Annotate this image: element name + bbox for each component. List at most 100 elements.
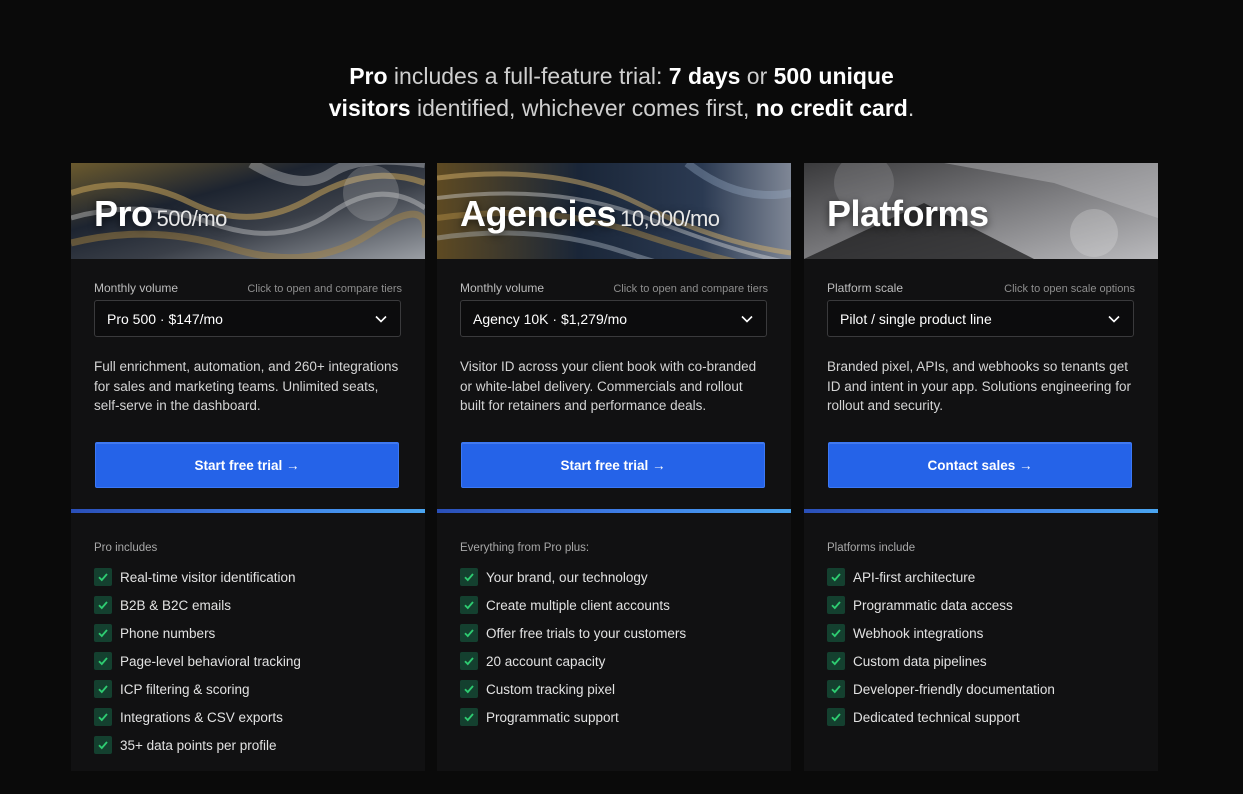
feature-item: API-first architecture: [827, 563, 1148, 591]
check-icon: [94, 652, 112, 670]
gradient-divider: [71, 509, 425, 513]
headline-segment: Pro: [349, 63, 388, 89]
pricing-card-pro: Pro 500/mo Monthly volume Click to open a…: [71, 163, 425, 771]
check-icon: [94, 596, 112, 614]
includes-label: Pro includes: [94, 542, 158, 554]
feature-item: Real-time visitor identification: [94, 563, 415, 591]
card-title: Agencies 10,000/mo: [460, 193, 720, 235]
feature-item: Programmatic support: [460, 703, 781, 731]
volume-select[interactable]: Agency 10K · $1,279/mo: [460, 300, 767, 337]
chevron-down-icon: [741, 315, 753, 323]
feature-text: Custom data pipelines: [853, 653, 987, 669]
check-icon: [827, 652, 845, 670]
card-banner: Pro 500/mo: [71, 163, 425, 259]
headline-segment: or: [740, 63, 774, 89]
feature-item: Custom tracking pixel: [460, 675, 781, 703]
start-free-trial-button[interactable]: Start free trial →: [95, 442, 399, 488]
gradient-divider: [804, 509, 1158, 513]
feature-item: 35+ data points per profile: [94, 731, 415, 759]
select-hint: Click to open scale options: [1004, 283, 1135, 295]
plan-volume: 500/mo: [156, 206, 228, 231]
feature-text: Offer free trials to your customers: [486, 625, 687, 641]
feature-item: Dedicated technical support: [827, 703, 1148, 731]
headline-segment: identified, whichever comes first,: [410, 95, 756, 121]
feature-item: 20 account capacity: [460, 647, 781, 675]
check-icon: [460, 708, 478, 726]
chevron-down-icon: [1108, 315, 1120, 323]
pricing-card-platforms: Platforms Platform scale Click to open s…: [804, 163, 1158, 771]
select-label: Platform scale: [827, 281, 904, 295]
feature-item: Offer free trials to your customers: [460, 619, 781, 647]
volume-select[interactable]: Pro 500 · $147/mo: [94, 300, 401, 337]
feature-text: Your brand, our technology: [486, 569, 648, 585]
check-icon: [460, 624, 478, 642]
feature-text: Dedicated technical support: [853, 709, 1020, 725]
headline-segment: no credit card: [755, 95, 908, 121]
feature-item: Programmatic data access: [827, 591, 1148, 619]
gradient-divider: [437, 509, 791, 513]
check-icon: [827, 624, 845, 642]
feature-text: Phone numbers: [120, 625, 216, 641]
feature-item: Developer-friendly documentation: [827, 675, 1148, 703]
plan-description: Branded pixel, APIs, and webhooks so ten…: [827, 359, 1131, 413]
pricing-card-agencies: Agencies 10,000/mo Monthly volume Click t…: [437, 163, 791, 771]
feature-text: Page-level behavioral tracking: [120, 653, 301, 669]
headline-line-1: Pro includes a full-feature trial: 7 day…: [0, 60, 1243, 92]
feature-text: Programmatic data access: [853, 597, 1013, 613]
feature-item: Webhook integrations: [827, 619, 1148, 647]
feature-text: Real-time visitor identification: [120, 569, 296, 585]
check-icon: [827, 680, 845, 698]
check-icon: [827, 568, 845, 586]
contact-sales-button[interactable]: Contact sales →: [828, 442, 1132, 488]
plan-volume: 10,000/mo: [620, 206, 720, 231]
check-icon: [94, 680, 112, 698]
headline-segment: visitors: [328, 95, 411, 121]
select-label-row: Platform scale Click to open scale optio…: [827, 281, 1135, 295]
includes-label: Everything from Pro plus:: [460, 542, 590, 554]
feature-text: 20 account capacity: [486, 653, 606, 669]
feature-text: Create multiple client accounts: [486, 597, 670, 613]
feature-text: Developer-friendly documentation: [853, 681, 1055, 697]
headline-segment: 500 unique: [773, 63, 894, 89]
check-icon: [460, 596, 478, 614]
feature-item: Your brand, our technology: [460, 563, 781, 591]
feature-text: API-first architecture: [853, 569, 976, 585]
check-icon: [827, 596, 845, 614]
plan-name: Platforms: [827, 193, 989, 234]
headline-line-2: visitors identified, whichever comes fir…: [0, 92, 1243, 124]
feature-text: B2B & B2C emails: [120, 597, 232, 613]
check-icon: [827, 708, 845, 726]
feature-item: Create multiple client accounts: [460, 591, 781, 619]
feature-item: B2B & B2C emails: [94, 591, 415, 619]
feature-text: ICP filtering & scoring: [120, 681, 250, 697]
feature-text: Programmatic support: [486, 709, 619, 725]
start-free-trial-button[interactable]: Start free trial →: [461, 442, 765, 488]
trial-headline: Pro includes a full-feature trial: 7 day…: [0, 60, 1243, 124]
feature-item: Custom data pipelines: [827, 647, 1148, 675]
feature-text: 35+ data points per profile: [120, 737, 277, 753]
feature-list: Real-time visitor identification B2B & B…: [94, 563, 415, 759]
feature-item: Phone numbers: [94, 619, 415, 647]
card-title: Pro 500/mo: [94, 193, 227, 235]
includes-label: Platforms include: [827, 542, 916, 554]
chevron-down-icon: [375, 315, 387, 323]
check-icon: [94, 624, 112, 642]
plan-name: Agencies: [460, 193, 617, 234]
select-hint: Click to open and compare tiers: [247, 283, 402, 295]
select-value: Pilot / single product line: [840, 310, 992, 327]
feature-item: ICP filtering & scoring: [94, 675, 415, 703]
check-icon: [460, 652, 478, 670]
plan-name: Pro: [94, 193, 153, 234]
feature-text: Webhook integrations: [853, 625, 984, 641]
feature-text: Custom tracking pixel: [486, 681, 616, 697]
headline-segment: 7 days: [668, 63, 741, 89]
plan-description: Full enrichment, automation, and 260+ in…: [94, 359, 399, 413]
feature-item: Integrations & CSV exports: [94, 703, 415, 731]
feature-item: Page-level behavioral tracking: [94, 647, 415, 675]
check-icon: [94, 708, 112, 726]
card-title: Platforms: [827, 193, 993, 235]
check-icon: [460, 680, 478, 698]
select-label-row: Monthly volume Click to open and compare…: [460, 281, 768, 295]
select-label: Monthly volume: [94, 281, 179, 295]
scale-select[interactable]: Pilot / single product line: [827, 300, 1134, 337]
